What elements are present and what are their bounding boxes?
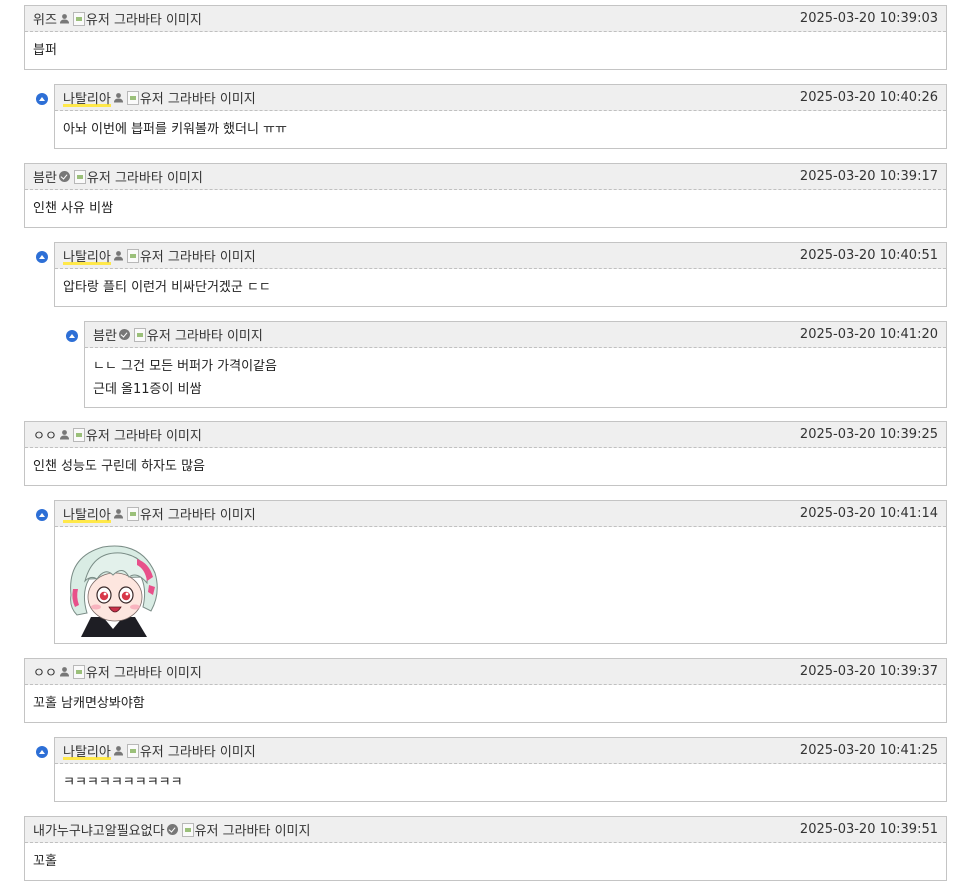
member-icon bbox=[113, 509, 123, 519]
verified-icon bbox=[166, 824, 178, 835]
broken-image-icon bbox=[126, 743, 139, 758]
broken-image-icon bbox=[126, 248, 139, 263]
author-nickname[interactable]: 내가누구냐고알필요없다 bbox=[33, 820, 165, 839]
avatar: 유저 그라바타 이미지 bbox=[133, 325, 263, 344]
avatar: 유저 그라바타 이미지 bbox=[126, 504, 256, 523]
comment-body: 인챈 사유 비쌈 bbox=[25, 190, 946, 225]
comment-text: ㅋㅋㅋㅋㅋㅋㅋㅋㅋㅋ bbox=[63, 775, 183, 790]
comment-item: ㅇㅇ 유저 그라바타 이미지 2025-03-20 10:39:37 꼬홀 남캐… bbox=[24, 658, 947, 723]
comment-body: 꼬홀 남캐면상봐야함 bbox=[25, 685, 946, 720]
comment-item: 위즈 유저 그라바타 이미지 2025-03-20 10:39:03 븝퍼 bbox=[24, 5, 947, 70]
reply-item: 나탈리아 유저 그라바타 이미지 2025-03-20 10:40:26 아놔 … bbox=[54, 84, 947, 149]
comment-timestamp: 2025-03-20 10:39:51 bbox=[799, 822, 938, 837]
comment-header: ㅇㅇ 유저 그라바타 이미지 2025-03-20 10:39:25 bbox=[25, 422, 946, 448]
comment-item: 내가누구냐고알필요없다 유저 그라바타 이미지 2025-03-20 10:39… bbox=[24, 816, 947, 881]
member-icon bbox=[113, 746, 123, 756]
broken-image-icon bbox=[72, 664, 85, 679]
comment-body: ㅋㅋㅋㅋㅋㅋㅋㅋㅋㅋ bbox=[55, 764, 946, 799]
author-nickname[interactable]: 나탈리아 bbox=[63, 504, 111, 523]
comment-header: 나탈리아 유저 그라바타 이미지 2025-03-20 10:41:14 bbox=[55, 501, 946, 527]
author-nickname[interactable]: 븜란 bbox=[33, 167, 57, 186]
comment-body: ㄴㄴ 그건 모든 버퍼가 가격이같음 근데 올11증이 비쌈 bbox=[85, 348, 946, 401]
avatar: 유저 그라바타 이미지 bbox=[126, 88, 256, 107]
comment-item: ㅇㅇ 유저 그라바타 이미지 2025-03-20 10:39:25 인챈 성능… bbox=[24, 421, 947, 486]
comment-timestamp: 2025-03-20 10:39:03 bbox=[799, 11, 938, 26]
comment-body: 븝퍼 bbox=[25, 32, 946, 67]
avatar: 유저 그라바타 이미지 bbox=[181, 820, 310, 839]
comment-body: 압타랑 플티 이런거 비싸단거겠군 ㄷㄷ bbox=[55, 269, 946, 304]
reply-item: 븜란 유저 그라바타 이미지 2025-03-20 10:41:20 ㄴㄴ 그건… bbox=[84, 321, 947, 408]
comment-item: 븜란 유저 그라바타 이미지 2025-03-20 10:39:17 인챈 사유… bbox=[24, 163, 947, 228]
comment-text: 아놔 이번에 븝퍼를 키워볼까 했더니 ㅠㅠ bbox=[63, 122, 287, 137]
broken-image-icon bbox=[126, 90, 139, 105]
avatar: 유저 그라바타 이미지 bbox=[72, 662, 202, 681]
author-nickname[interactable]: ㅇㅇ bbox=[33, 662, 57, 681]
comment-header: 븜란 유저 그라바타 이미지 2025-03-20 10:41:20 bbox=[85, 322, 946, 348]
comment-text: 꼬홀 bbox=[33, 854, 57, 869]
comment-header: 위즈 유저 그라바타 이미지 2025-03-20 10:39:03 bbox=[25, 6, 946, 32]
broken-image-icon bbox=[181, 822, 194, 837]
author-nickname[interactable]: 위즈 bbox=[33, 9, 57, 28]
comment-text: 압타랑 플티 이런거 비싸단거겠군 ㄷㄷ bbox=[63, 280, 271, 295]
reply-arrow-icon bbox=[66, 330, 78, 342]
comment-timestamp: 2025-03-20 10:40:26 bbox=[799, 90, 938, 105]
member-icon bbox=[59, 430, 69, 440]
comment-text: 꼬홀 남캐면상봐야함 bbox=[33, 696, 145, 711]
comment-header: 내가누구냐고알필요없다 유저 그라바타 이미지 2025-03-20 10:39… bbox=[25, 817, 946, 843]
comment-timestamp: 2025-03-20 10:39:37 bbox=[799, 664, 938, 679]
comment-body bbox=[55, 527, 946, 645]
comment-timestamp: 2025-03-20 10:41:14 bbox=[799, 506, 938, 521]
member-icon bbox=[59, 14, 69, 24]
reply-item: 나탈리아 유저 그라바타 이미지 2025-03-20 10:41:14 bbox=[54, 500, 947, 644]
comment-timestamp: 2025-03-20 10:41:20 bbox=[799, 327, 938, 342]
comment-timestamp: 2025-03-20 10:41:25 bbox=[799, 743, 938, 758]
comment-text: ㄴㄴ 그건 모든 버퍼가 가격이같음 bbox=[93, 359, 277, 374]
verified-icon bbox=[58, 171, 70, 182]
reply-item: 나탈리아 유저 그라바타 이미지 2025-03-20 10:40:51 압타랑… bbox=[54, 242, 947, 307]
member-icon bbox=[59, 667, 69, 677]
comment-timestamp: 2025-03-20 10:39:17 bbox=[799, 169, 938, 184]
comment-timestamp: 2025-03-20 10:39:25 bbox=[799, 427, 938, 442]
reply-arrow-icon bbox=[36, 746, 48, 758]
member-icon bbox=[113, 251, 123, 261]
comment-text: 인챈 사유 비쌈 bbox=[33, 201, 114, 216]
comment-body: 꼬홀 bbox=[25, 843, 946, 878]
comment-header: 븜란 유저 그라바타 이미지 2025-03-20 10:39:17 bbox=[25, 164, 946, 190]
verified-icon bbox=[118, 329, 130, 340]
comment-body: 인챈 성능도 구린데 하자도 많음 bbox=[25, 448, 946, 483]
author-nickname[interactable]: 나탈리아 bbox=[63, 88, 111, 107]
comment-header: 나탈리아 유저 그라바타 이미지 2025-03-20 10:41:25 bbox=[55, 738, 946, 764]
reply-arrow-icon bbox=[36, 509, 48, 521]
comment-body: 아놔 이번에 븝퍼를 키워볼까 했더니 ㅠㅠ bbox=[55, 111, 946, 146]
reply-arrow-icon bbox=[36, 251, 48, 263]
comment-header: 나탈리아 유저 그라바타 이미지 2025-03-20 10:40:51 bbox=[55, 243, 946, 269]
author-nickname[interactable]: ㅇㅇ bbox=[33, 425, 57, 444]
comment-timestamp: 2025-03-20 10:40:51 bbox=[799, 248, 938, 263]
broken-image-icon bbox=[72, 11, 85, 26]
comment-text: 인챈 성능도 구린데 하자도 많음 bbox=[33, 459, 206, 474]
reply-arrow-icon bbox=[36, 93, 48, 105]
avatar: 유저 그라바타 이미지 bbox=[72, 425, 202, 444]
broken-image-icon bbox=[73, 169, 86, 184]
author-nickname[interactable]: 나탈리아 bbox=[63, 741, 111, 760]
comment-text: 근데 올11증이 비쌈 bbox=[93, 382, 202, 397]
reply-item: 나탈리아 유저 그라바타 이미지 2025-03-20 10:41:25 ㅋㅋㅋ… bbox=[54, 737, 947, 802]
broken-image-icon bbox=[133, 327, 146, 342]
broken-image-icon bbox=[126, 506, 139, 521]
author-nickname[interactable]: 븜란 bbox=[93, 325, 117, 344]
avatar: 유저 그라바타 이미지 bbox=[126, 246, 256, 265]
member-icon bbox=[113, 93, 123, 103]
comment-text: 븝퍼 bbox=[33, 43, 57, 58]
broken-image-icon bbox=[72, 427, 85, 442]
avatar: 유저 그라바타 이미지 bbox=[126, 741, 256, 760]
comment-header: ㅇㅇ 유저 그라바타 이미지 2025-03-20 10:39:37 bbox=[25, 659, 946, 685]
avatar: 유저 그라바타 이미지 bbox=[72, 9, 202, 28]
author-nickname[interactable]: 나탈리아 bbox=[63, 246, 111, 265]
comment-header: 나탈리아 유저 그라바타 이미지 2025-03-20 10:40:26 bbox=[55, 85, 946, 111]
avatar: 유저 그라바타 이미지 bbox=[73, 167, 203, 186]
anime-girl-sticker[interactable] bbox=[63, 537, 163, 637]
